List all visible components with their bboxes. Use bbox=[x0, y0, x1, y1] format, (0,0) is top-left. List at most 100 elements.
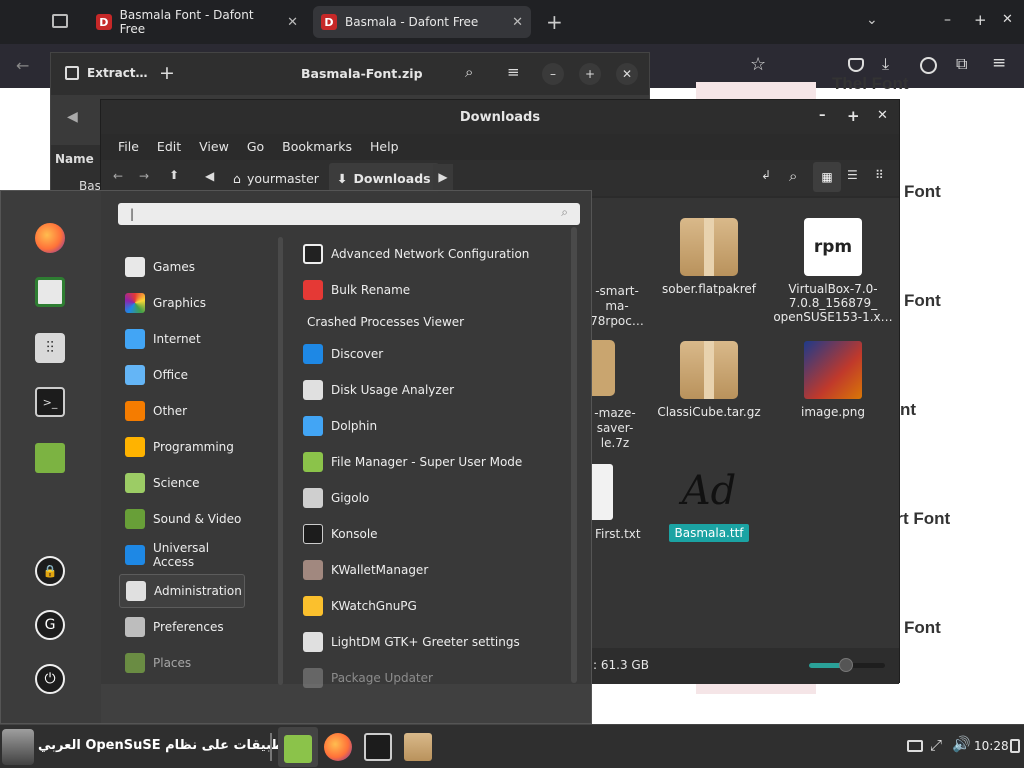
settings-mixer-icon[interactable]: ⫶⫶ bbox=[35, 333, 65, 363]
minimize-button[interactable]: – bbox=[819, 108, 826, 123]
menu-edit[interactable]: Edit bbox=[148, 139, 190, 154]
web-font-heading[interactable]: Font bbox=[904, 182, 941, 202]
menu-view[interactable]: View bbox=[190, 139, 238, 154]
category-universal-access[interactable]: Universal Access bbox=[119, 538, 245, 572]
app-crashed-processes-viewer[interactable]: Crashed Processes Viewer bbox=[307, 304, 577, 340]
web-font-heading[interactable]: Thel Font bbox=[832, 74, 908, 94]
zoom-slider[interactable] bbox=[809, 658, 885, 672]
menu-icon[interactable]: ≡ bbox=[992, 53, 1006, 73]
menu-help[interactable]: Help bbox=[361, 139, 408, 154]
category-internet[interactable]: Internet bbox=[119, 322, 245, 356]
browser-tab-2[interactable]: D Basmala - Dafont Free ✕ bbox=[313, 6, 531, 38]
minimize-button[interactable]: – bbox=[944, 12, 951, 28]
firefox-icon[interactable] bbox=[35, 223, 65, 253]
close-button[interactable]: ✕ bbox=[1002, 12, 1013, 27]
maximize-button[interactable]: + bbox=[974, 11, 987, 29]
close-button[interactable]: ✕ bbox=[877, 108, 888, 123]
file-item[interactable]: -maze- saver- le.7z bbox=[585, 406, 645, 451]
up-icon[interactable]: ⬆ bbox=[169, 168, 179, 182]
app-file-manager-super-user[interactable]: File Manager - Super User Mode bbox=[303, 444, 573, 480]
category-games[interactable]: Games bbox=[119, 250, 245, 284]
folder-icon[interactable] bbox=[35, 443, 65, 473]
maximize-button[interactable]: + bbox=[579, 63, 601, 85]
lock-icon[interactable]: 🔒 bbox=[35, 556, 65, 586]
network-icon[interactable]: ⤢ bbox=[930, 736, 942, 754]
file-item-selected[interactable]: Ad Basmala.ttf bbox=[649, 462, 769, 542]
column-header-name[interactable]: Name bbox=[55, 152, 94, 166]
file-item[interactable]: image.png bbox=[773, 341, 893, 419]
app-advanced-network-configuration[interactable]: Advanced Network Configuration bbox=[303, 236, 573, 272]
app-konsole[interactable]: Konsole bbox=[303, 516, 573, 552]
app-kwalletmanager[interactable]: KWalletManager bbox=[303, 552, 573, 588]
menu-file[interactable]: File bbox=[109, 139, 148, 154]
web-font-heading[interactable]: Font bbox=[904, 618, 941, 638]
file-item[interactable]: -smart- ma- 78rpoc… bbox=[587, 284, 647, 329]
close-icon[interactable]: ✕ bbox=[512, 15, 523, 30]
minimize-button[interactable]: – bbox=[542, 63, 564, 85]
web-font-heading[interactable]: Font bbox=[904, 291, 941, 311]
volume-icon[interactable]: 🔊 bbox=[952, 735, 971, 753]
file-label[interactable]: First.txt bbox=[595, 527, 641, 541]
crumb-downloads[interactable]: ⬇ Downloads bbox=[329, 163, 439, 193]
category-programming[interactable]: Programming bbox=[119, 430, 245, 464]
extract-button[interactable]: Extract… bbox=[87, 66, 148, 80]
app-kwatchgnupg[interactable]: KWatchGnuPG bbox=[303, 588, 573, 624]
menu-go[interactable]: Go bbox=[238, 139, 273, 154]
menu-bookmarks[interactable]: Bookmarks bbox=[273, 139, 361, 154]
close-button[interactable]: ✕ bbox=[616, 63, 638, 85]
search-icon[interactable]: ⌕ bbox=[789, 167, 797, 185]
apps-scrollbar[interactable] bbox=[571, 227, 577, 683]
icon-view-button[interactable]: ▦ bbox=[813, 162, 841, 192]
compact-view-button[interactable]: ⠿ bbox=[875, 168, 884, 182]
chevron-down-icon[interactable]: ⌄ bbox=[866, 12, 878, 28]
category-office[interactable]: Office bbox=[119, 358, 245, 392]
previous-crumb-icon[interactable]: ◀ bbox=[205, 169, 214, 183]
app-discover[interactable]: Discover bbox=[303, 336, 573, 372]
next-crumb-icon[interactable]: ▶ bbox=[433, 164, 453, 190]
open-terminal-icon[interactable]: ↲ bbox=[761, 168, 771, 182]
app-package-updater[interactable]: Package Updater bbox=[303, 660, 573, 696]
zoom-slider-handle[interactable] bbox=[839, 658, 853, 672]
bookmark-star-icon[interactable]: ☆ bbox=[750, 54, 766, 75]
category-other[interactable]: Other bbox=[119, 394, 245, 428]
search-input[interactable]: | ⌕ bbox=[118, 203, 580, 225]
close-icon[interactable]: ✕ bbox=[287, 15, 298, 30]
pocket-icon[interactable] bbox=[848, 58, 864, 72]
search-icon[interactable]: ⌕ bbox=[465, 63, 473, 81]
category-graphics[interactable]: Graphics bbox=[119, 286, 245, 320]
clock[interactable]: 10:28 bbox=[974, 739, 1009, 753]
app-disk-usage-analyzer[interactable]: Disk Usage Analyzer bbox=[303, 372, 573, 408]
back-icon[interactable]: ← bbox=[113, 169, 123, 183]
crumb-home[interactable]: ⌂ yourmaster bbox=[225, 163, 327, 193]
new-tab-icon[interactable]: + bbox=[546, 10, 563, 34]
app-lightdm-greeter-settings[interactable]: LightDM GTK+ Greeter settings bbox=[303, 624, 573, 660]
back-icon[interactable]: ← bbox=[16, 56, 29, 75]
maximize-button[interactable]: + bbox=[847, 107, 860, 125]
download-icon[interactable]: ⤓ bbox=[882, 54, 889, 74]
file-item[interactable]: ClassiCube.tar.gz bbox=[649, 341, 769, 419]
account-icon[interactable] bbox=[920, 57, 937, 74]
category-preferences[interactable]: Preferences bbox=[119, 610, 245, 644]
taskbar-files-button[interactable] bbox=[278, 727, 318, 767]
firefox-icon[interactable] bbox=[324, 733, 352, 761]
browser-tab-1[interactable]: D Basmala Font - Dafont Free ✕ bbox=[88, 6, 306, 38]
app-gigolo[interactable]: Gigolo bbox=[303, 480, 573, 516]
terminal-icon[interactable]: >_ bbox=[35, 387, 65, 417]
file-item[interactable]: sober.flatpakref bbox=[649, 218, 769, 296]
display-icon[interactable] bbox=[907, 740, 923, 752]
app-bulk-rename[interactable]: Bulk Rename bbox=[303, 272, 573, 308]
notifications-icon[interactable] bbox=[1010, 739, 1020, 753]
web-font-heading[interactable]: nt bbox=[900, 400, 916, 420]
terminal-icon[interactable] bbox=[364, 733, 392, 761]
tab-overview-icon[interactable] bbox=[52, 14, 68, 28]
category-places[interactable]: Places bbox=[119, 646, 245, 680]
category-science[interactable]: Science bbox=[119, 466, 245, 500]
add-icon[interactable]: + bbox=[159, 62, 175, 84]
file-item[interactable]: rpm VirtualBox-7.0- 7.0.8_156879_ openSU… bbox=[773, 218, 893, 324]
system-monitor-icon[interactable] bbox=[35, 277, 65, 307]
app-dolphin[interactable]: Dolphin bbox=[303, 408, 573, 444]
list-view-button[interactable]: ☰ bbox=[847, 168, 858, 182]
logout-icon[interactable]: G bbox=[35, 610, 65, 640]
categories-scrollbar[interactable] bbox=[278, 237, 283, 685]
extensions-icon[interactable]: ⧉ bbox=[956, 54, 967, 74]
